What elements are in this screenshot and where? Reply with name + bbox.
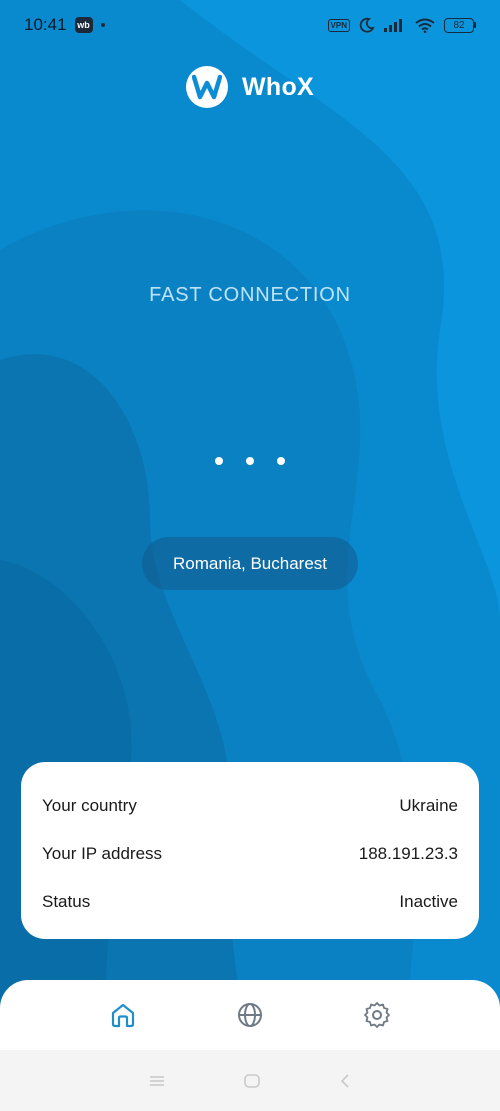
info-value: Ukraine	[399, 796, 458, 815]
server-location-label: Romania, Bucharest	[172, 553, 328, 573]
signal-icon	[384, 19, 402, 32]
moon-icon	[359, 17, 375, 33]
wifi-icon	[415, 18, 435, 33]
battery-icon: 82	[444, 17, 476, 33]
info-label: Your country	[42, 796, 137, 815]
battery-level: 82	[444, 17, 474, 33]
gear-icon	[363, 1002, 390, 1028]
notification-dot-icon	[100, 23, 105, 27]
brand-header: WhoX	[0, 66, 500, 108]
info-value: Inactive	[399, 892, 458, 911]
whox-logo-icon	[185, 66, 228, 108]
server-location-button[interactable]: Romania, Bucharest	[142, 537, 358, 590]
status-time: 10:41	[24, 15, 67, 34]
status-left: 10:41 wb	[24, 15, 105, 35]
connection-info-card: Your country Ukraine Your IP address 188…	[21, 762, 479, 939]
loading-dot-icon	[215, 457, 223, 465]
status-right: VPN 82	[327, 17, 476, 33]
nav-servers-button[interactable]	[230, 995, 270, 1035]
info-row-ip: Your IP address 188.191.23.3	[42, 830, 458, 878]
bottom-navigation	[0, 980, 500, 1050]
home-square-icon[interactable]	[243, 1073, 261, 1089]
info-row-status: Status Inactive	[42, 878, 458, 926]
info-row-country: Your country Ukraine	[42, 782, 458, 830]
home-icon	[112, 1003, 135, 1028]
globe-icon	[237, 1003, 262, 1027]
nav-home-button[interactable]	[103, 995, 143, 1035]
info-value: 188.191.23.3	[358, 844, 458, 863]
info-label: Status	[42, 892, 91, 911]
loading-dot-icon	[246, 457, 254, 465]
status-bar: 10:41 wb VPN 82	[0, 0, 500, 50]
vpn-status-icon: VPN	[327, 18, 350, 32]
brand-name: WhoX	[241, 72, 314, 101]
info-label: Your IP address	[42, 844, 163, 863]
battery-tip	[474, 22, 476, 28]
back-icon[interactable]	[338, 1073, 352, 1089]
system-navigation-bar	[0, 1050, 500, 1111]
menu-icon[interactable]	[148, 1074, 166, 1088]
connection-mode-label: FAST CONNECTION	[149, 284, 351, 306]
nav-settings-button[interactable]	[357, 995, 397, 1035]
connect-button[interactable]	[0, 457, 500, 465]
loading-dot-icon	[277, 457, 285, 465]
app-notification-badge: wb	[74, 17, 93, 33]
